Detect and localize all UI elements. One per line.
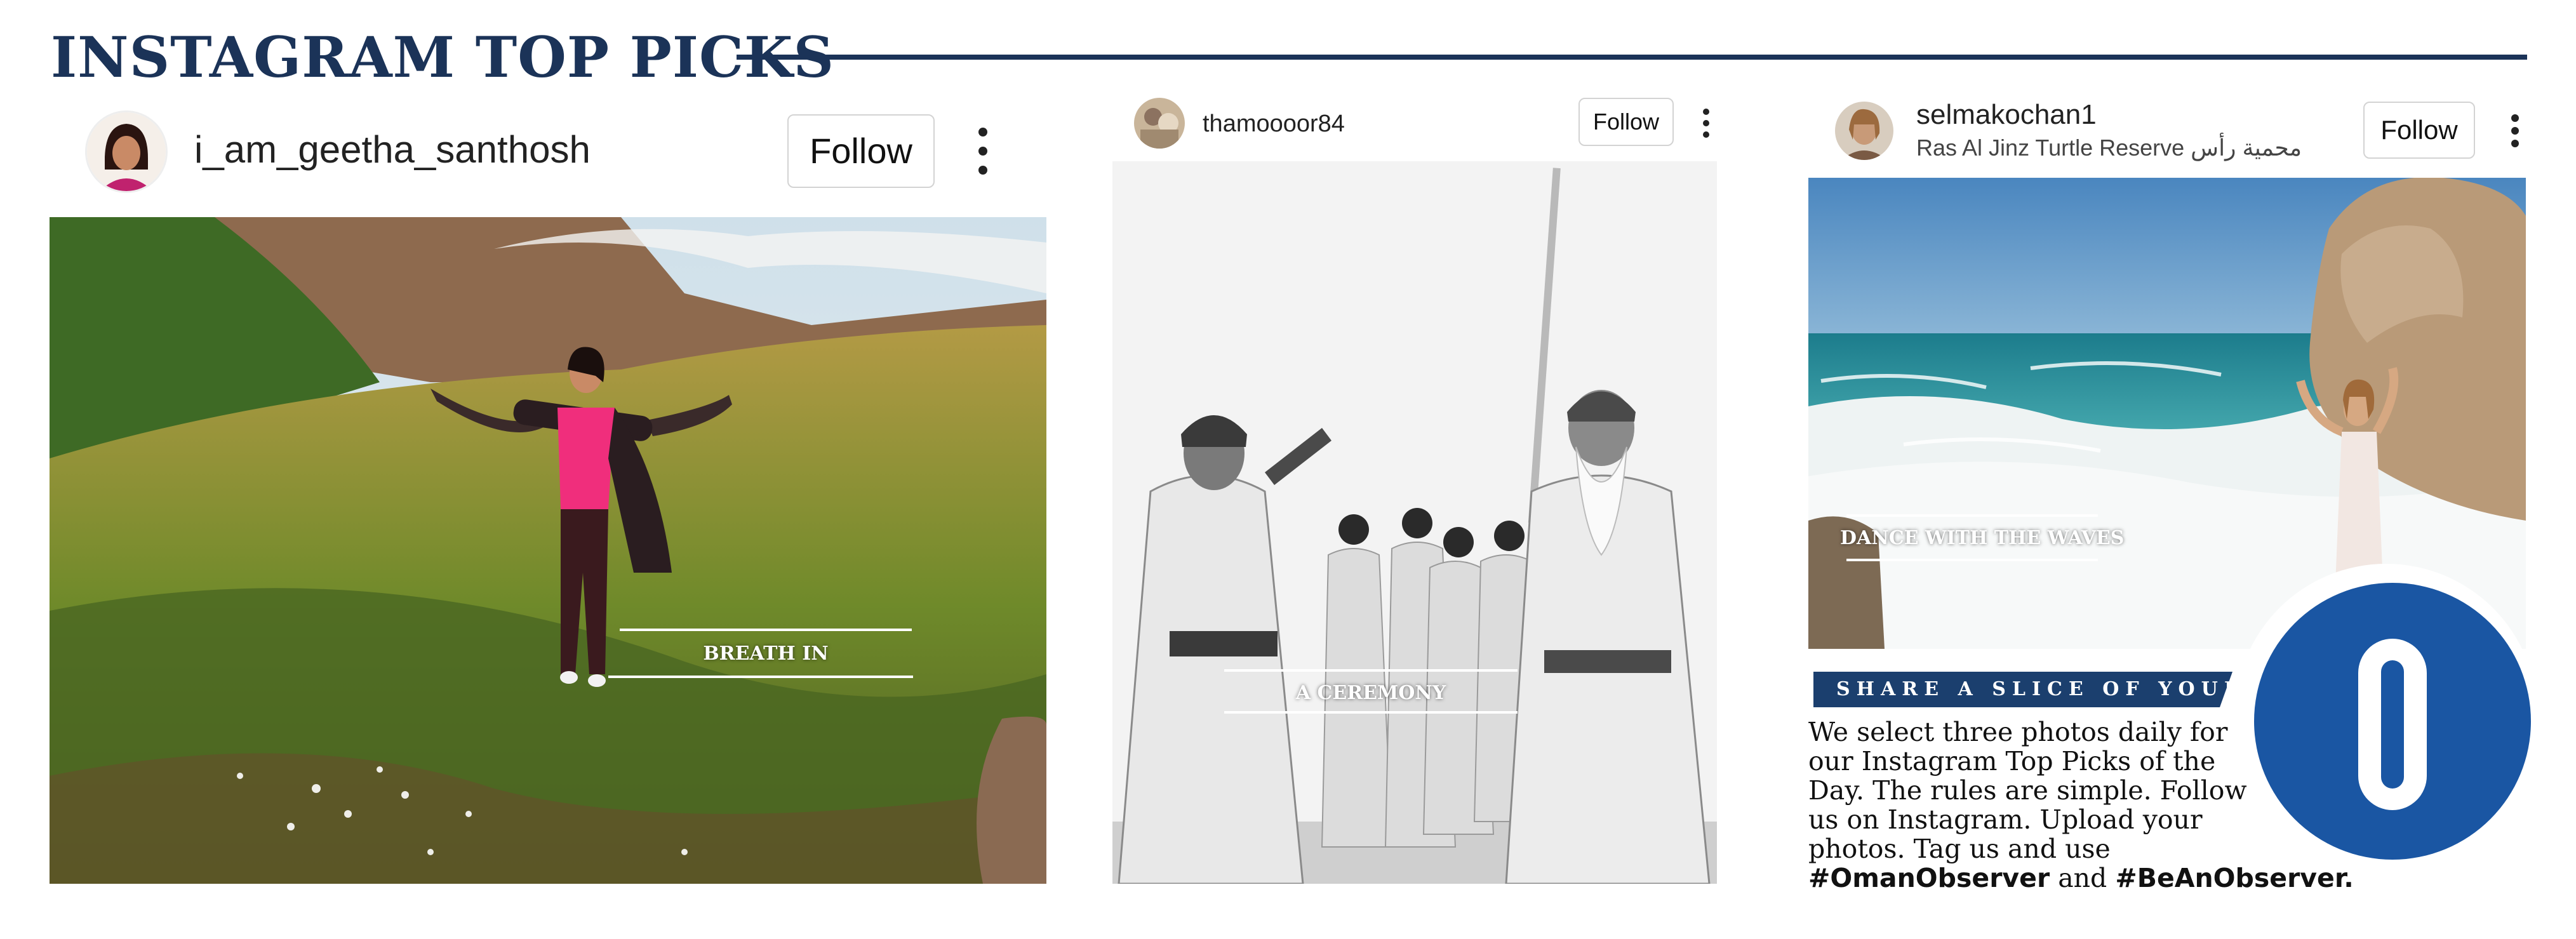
post-photo[interactable]: A CEREMONY (1112, 161, 1717, 884)
promo-hashtag-line: #OmanObserver and #BeAnObserver. (1808, 863, 2354, 893)
photo-caption: A CEREMONY (1295, 682, 1446, 704)
more-vertical-icon[interactable] (1697, 104, 1716, 142)
post-card-3: selmakochan1 Ras Al Jinz Turtle Reserve … (1808, 95, 2537, 893)
follow-button[interactable]: Follow (2363, 102, 2475, 159)
more-vertical-icon[interactable] (970, 121, 996, 182)
hashtag-oman-observer[interactable]: #OmanObserver (1808, 863, 2050, 893)
post-username[interactable]: thamoooor84 (1203, 108, 1345, 140)
and-text: and (2050, 863, 2116, 893)
hashtag-be-an-observer[interactable]: #BeAnObserver. (2115, 863, 2353, 893)
post-username[interactable]: i_am_geetha_santhosh (194, 124, 591, 175)
promo-line: our Instagram Top Picks of the (1808, 746, 2216, 776)
promo-description: We select three photos daily for our Ins… (1808, 717, 2354, 893)
caption-rule-bottom (1846, 559, 2098, 561)
post-location[interactable]: Ras Al Jinz Turtle Reserve محمية رأس (1916, 132, 2302, 164)
follow-button[interactable]: Follow (1578, 98, 1674, 146)
post-photo[interactable]: BREATH IN (50, 217, 1046, 884)
hillside-photo (50, 217, 1046, 884)
promo-line: We select three photos daily for (1808, 717, 2228, 747)
photo-caption: BREATH IN (703, 643, 829, 665)
caption-rule-top (1224, 669, 1518, 672)
post-card-2: thamoooor84 Follow A CEREMONY (1112, 95, 1717, 884)
ceremony-photo (1112, 161, 1717, 884)
caption-rule-top (620, 629, 912, 631)
caption-rule-top (1846, 514, 2098, 517)
promo-banner: SHARE A SLICE OF YOUR LIFE (1813, 672, 2328, 707)
avatar[interactable] (1134, 98, 1185, 149)
observer-logo-icon (2235, 564, 2537, 866)
page-title: INSTAGRAM TOP PICKS (51, 24, 835, 90)
title-rule (737, 55, 2527, 60)
promo-line: us on Instagram. Upload your (1808, 804, 2203, 835)
promo-line: photos. Tag us and use (1808, 834, 2111, 864)
avatar[interactable] (1835, 102, 1893, 160)
follow-button[interactable]: Follow (787, 114, 935, 188)
photo-caption: DANCE WITH THE WAVES (1840, 527, 2125, 549)
caption-rule-bottom (608, 676, 913, 678)
avatar-photo-icon (1835, 102, 1893, 160)
avatar-photo-icon (87, 112, 166, 191)
post-username[interactable]: selmakochan1 (1916, 97, 2097, 133)
oman-observer-logo (2234, 563, 2539, 867)
avatar[interactable] (85, 110, 168, 193)
promo-line: Day. The rules are simple. Follow (1808, 775, 2247, 806)
caption-rule-bottom (1224, 711, 1518, 714)
post-card-1: i_am_geetha_santhosh Follow BREATH IN (50, 95, 1046, 884)
more-vertical-icon[interactable] (2506, 110, 2525, 151)
avatar-photo-icon (1134, 98, 1185, 149)
